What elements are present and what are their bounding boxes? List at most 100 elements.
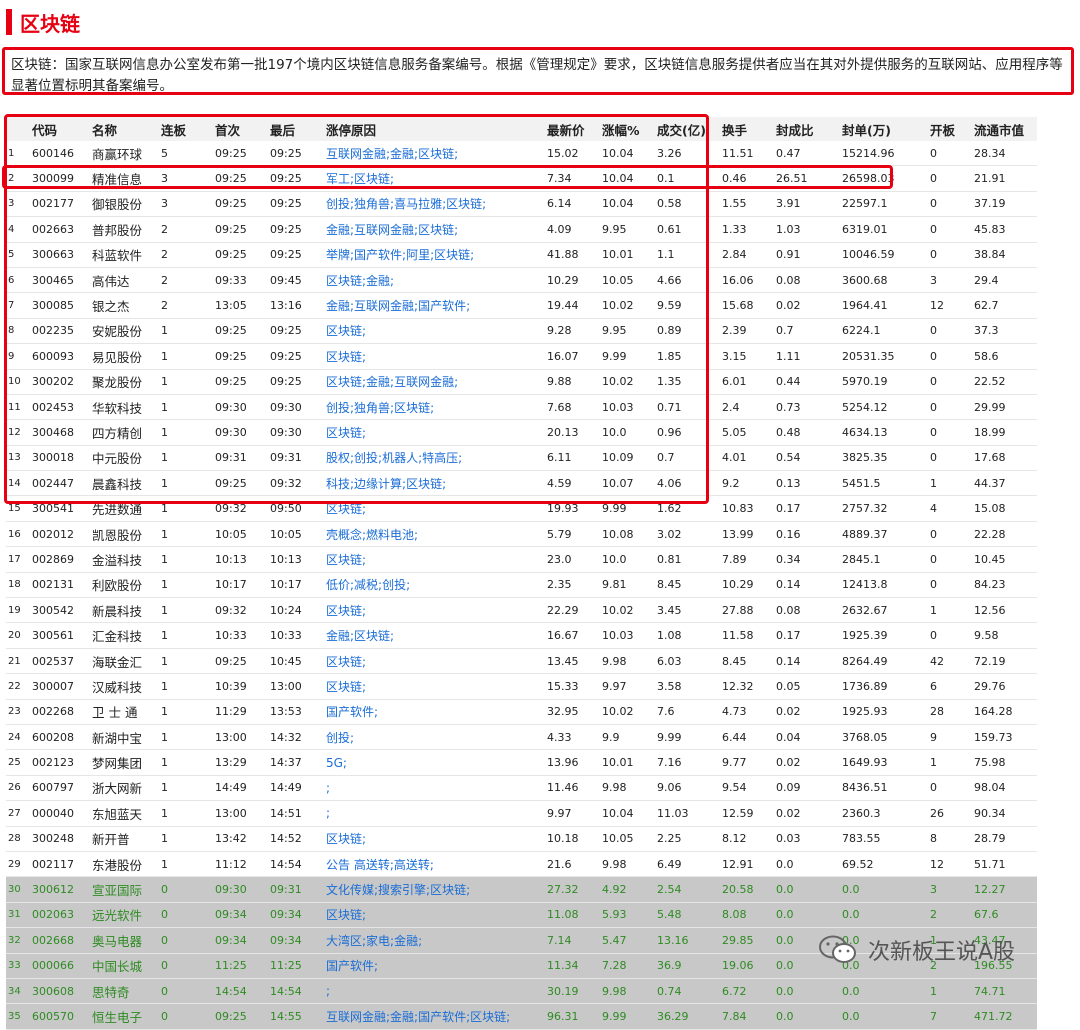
table-row[interactable]: 1 600146 商赢环球 5 09:25 09:25 互联网金融;金融;区块链; 15.02… bbox=[6, 141, 1037, 167]
turnover-rate: 11.58 bbox=[720, 622, 774, 649]
latest-price: 23.0 bbox=[545, 546, 600, 573]
table-row[interactable]: 28 300248 新开普 1 13:42 14:52 区块链; 10.18 10.05 2.25… bbox=[6, 826, 1037, 852]
column-header[interactable]: 涨幅% bbox=[600, 117, 655, 141]
limit-reason[interactable]: ; bbox=[324, 800, 545, 827]
table-row[interactable]: 35 600570 恒生电子 0 09:25 14:55 互联网金融;金融;国产软件;区块链… bbox=[6, 1003, 1037, 1030]
table-row[interactable]: 22 300007 汉威科技 1 10:39 13:00 区块链; 15.33 9.97 3.58… bbox=[6, 673, 1037, 700]
column-header[interactable]: 流通市值 bbox=[972, 117, 1037, 141]
table-row[interactable]: 18 002131 利欧股份 1 10:17 10:17 低价;减税;创投; 2.35 9.81… bbox=[6, 572, 1037, 599]
change-pct: 10.04 bbox=[600, 141, 655, 167]
table-row[interactable]: 6 300465 高伟达 2 09:33 09:45 区块链;金融; 10.29 10.05 4.… bbox=[6, 267, 1037, 294]
column-header[interactable]: 名称 bbox=[90, 117, 159, 141]
change-pct: 10.05 bbox=[600, 826, 655, 852]
limit-reason[interactable]: 军工;区块链; bbox=[324, 165, 545, 192]
limit-reason[interactable]: 国产软件; bbox=[324, 699, 545, 725]
column-header[interactable]: 最后 bbox=[268, 117, 324, 141]
table-row[interactable]: 25 002123 梦网集团 1 13:29 14:37 5G; 13.96 10.01 7.16… bbox=[6, 749, 1037, 776]
limit-reason[interactable]: ; bbox=[324, 978, 545, 1005]
column-header[interactable]: 代码 bbox=[30, 117, 90, 141]
column-header[interactable]: 成交(亿) bbox=[655, 117, 720, 141]
limit-reason[interactable]: 区块链;金融;互联网金融; bbox=[324, 369, 545, 395]
column-header[interactable]: 首次 bbox=[213, 117, 268, 141]
table-row[interactable]: 29 002117 东港股份 1 11:12 14:54 公告 高送转;高送转; 21.6 9.… bbox=[6, 851, 1037, 878]
column-header[interactable]: 换手 bbox=[720, 117, 774, 141]
limit-reason[interactable]: 科技;边缘计算;区块链; bbox=[324, 470, 545, 497]
column-header[interactable]: 涨停原因 bbox=[324, 117, 545, 141]
table-row[interactable]: 34 300608 思特奇 0 14:54 14:54; 30.19 9.98 0.74 6.72… bbox=[6, 978, 1037, 1005]
table-row[interactable]: 24 600208 新湖中宝 1 13:00 14:32 创投; 4.33 9.9 9.99 6.4… bbox=[6, 724, 1037, 751]
table-row[interactable]: 10 300202 聚龙股份 1 09:25 09:25 区块链;金融;互联网金融; 9.88… bbox=[6, 369, 1037, 395]
row-index: 3 bbox=[6, 191, 30, 218]
table-row[interactable]: 16 002012 凯恩股份 1 10:05 10:05 壳概念;燃料电池; 5.79 10.0… bbox=[6, 521, 1037, 548]
table-row[interactable]: 27 000040 东旭蓝天 1 13:00 14:51; 9.97 10.04 11.03 12… bbox=[6, 800, 1037, 827]
last-time: 13:53 bbox=[268, 699, 324, 725]
seal-ratio: 0.73 bbox=[774, 394, 840, 421]
stock-name: 中国长城 bbox=[90, 953, 159, 979]
consecutive-limits: 0 bbox=[159, 1003, 213, 1030]
limit-reason[interactable]: 创投;独角兽;喜马拉雅;区块链; bbox=[324, 191, 545, 218]
table-row[interactable]: 30 300612 宣亚国际 0 09:30 09:31 文化传媒;搜索引擎;区块链; 27.… bbox=[6, 876, 1037, 903]
float-market-cap: 62.7 bbox=[972, 292, 1037, 319]
table-row[interactable]: 8 002235 安妮股份 1 09:25 09:25 区块链; 9.28 9.95 0.89 2.… bbox=[6, 318, 1037, 345]
column-header[interactable]: 连板 bbox=[159, 117, 213, 141]
stock-name: 商赢环球 bbox=[90, 141, 159, 167]
table-row[interactable]: 3 002177 御银股份 3 09:25 09:25 创投;独角兽;喜马拉雅;区块链; 6.… bbox=[6, 191, 1037, 218]
table-row[interactable]: 23 002268 卫 士 通 1 11:29 13:53 国产软件; 32.95 10.02 7… bbox=[6, 699, 1037, 725]
limit-reason[interactable]: 金融;互联网金融;区块链; bbox=[324, 216, 545, 243]
limit-reason[interactable]: 区块链; bbox=[324, 673, 545, 700]
table-row[interactable]: 5 300663 科蓝软件 2 09:25 09:25 举牌;国产软件;阿里;区块链; 41.… bbox=[6, 242, 1037, 268]
table-row[interactable]: 17 002869 金溢科技 1 10:13 10:13 区块链; 23.0 10.0 0.81 7… bbox=[6, 546, 1037, 573]
table-row[interactable]: 14 002447 晨鑫科技 1 09:25 09:32 科技;边缘计算;区块链; 4.59 1… bbox=[6, 470, 1037, 497]
column-header[interactable]: 最新价 bbox=[545, 117, 600, 141]
column-header[interactable]: 封单(万) bbox=[840, 117, 928, 141]
limit-reason[interactable]: 创投;独角兽;区块链; bbox=[324, 394, 545, 421]
seal-ratio: 0.04 bbox=[774, 724, 840, 751]
table-row[interactable]: 13 300018 中元股份 1 09:31 09:31 股权;创投;机器人;特高压; 6.1… bbox=[6, 445, 1037, 472]
seal-ratio: 26.51 bbox=[774, 165, 840, 192]
limit-reason[interactable]: 壳概念;燃料电池; bbox=[324, 521, 545, 548]
limit-reason[interactable]: 区块链; bbox=[324, 343, 545, 370]
limit-reason[interactable]: 区块链; bbox=[324, 902, 545, 929]
limit-reason[interactable]: 文化传媒;搜索引擎;区块链; bbox=[324, 876, 545, 903]
limit-reason[interactable]: 区块链; bbox=[324, 495, 545, 522]
float-market-cap: 45.83 bbox=[972, 216, 1037, 243]
limit-reason[interactable]: 互联网金融;金融;区块链; bbox=[324, 141, 545, 167]
stock-name: 恒生电子 bbox=[90, 1003, 159, 1030]
stock-name: 华软科技 bbox=[90, 394, 159, 421]
first-time: 09:25 bbox=[213, 648, 268, 675]
table-row[interactable]: 20 300561 汇金科技 1 10:33 10:33 金融;区块链; 16.67 10.03… bbox=[6, 622, 1037, 649]
limit-reason[interactable]: 区块链; bbox=[324, 546, 545, 573]
limit-reason[interactable]: 区块链; bbox=[324, 826, 545, 852]
table-row[interactable]: 4 002663 普邦股份 2 09:25 09:25 金融;互联网金融;区块链; 4.09 9… bbox=[6, 216, 1037, 243]
limit-reason[interactable]: 区块链; bbox=[324, 597, 545, 624]
limit-reason[interactable]: 区块链; bbox=[324, 318, 545, 345]
table-row[interactable]: 11 002453 华软科技 1 09:30 09:30 创投;独角兽;区块链; 7.68 10… bbox=[6, 394, 1037, 421]
limit-reason[interactable]: 金融;互联网金融;国产软件; bbox=[324, 292, 545, 319]
table-row[interactable]: 15 300541 先进数通 1 09:32 09:50 区块链; 19.93 9.99 1.62… bbox=[6, 495, 1037, 522]
limit-reason[interactable]: 区块链;金融; bbox=[324, 267, 545, 294]
column-header[interactable]: 封成比 bbox=[774, 117, 840, 141]
limit-reason[interactable]: 金融;区块链; bbox=[324, 622, 545, 649]
table-row[interactable]: 9 600093 易见股份 1 09:25 09:25 区块链; 16.07 9.99 1.85 3… bbox=[6, 343, 1037, 370]
limit-reason[interactable]: 国产软件; bbox=[324, 953, 545, 979]
limit-reason[interactable]: 公告 高送转;高送转; bbox=[324, 851, 545, 878]
limit-reason[interactable]: ; bbox=[324, 775, 545, 802]
table-row[interactable]: 19 300542 新晨科技 1 09:32 10:24 区块链; 22.29 10.02 3.4… bbox=[6, 597, 1037, 624]
column-header[interactable]: 开板 bbox=[928, 117, 972, 141]
limit-reason[interactable]: 区块链; bbox=[324, 648, 545, 675]
change-pct: 10.01 bbox=[600, 242, 655, 268]
table-row[interactable]: 21 002537 海联金汇 1 09:25 10:45 区块链; 13.45 9.98 6.03… bbox=[6, 648, 1037, 675]
limit-reason[interactable]: 区块链; bbox=[324, 419, 545, 446]
limit-reason[interactable]: 互联网金融;金融;国产软件;区块链; bbox=[324, 1003, 545, 1030]
limit-reason[interactable]: 举牌;国产软件;阿里;区块链; bbox=[324, 242, 545, 268]
table-row[interactable]: 12 300468 四方精创 1 09:30 09:30 区块链; 20.13 10.0 0.96… bbox=[6, 419, 1037, 446]
table-row[interactable]: 7 300085 银之杰 2 13:05 13:16 金融;互联网金融;国产软件; 19.44… bbox=[6, 292, 1037, 319]
limit-reason[interactable]: 大湾区;家电;金融; bbox=[324, 927, 545, 954]
limit-reason[interactable]: 5G; bbox=[324, 749, 545, 776]
table-row[interactable]: 26 600797 浙大网新 1 14:49 14:49; 11.46 9.98 9.06 9.5… bbox=[6, 775, 1037, 802]
limit-reason[interactable]: 创投; bbox=[324, 724, 545, 751]
table-row[interactable]: 2 300099 精准信息 3 09:25 09:25 军工;区块链; 7.34 10.04 0.… bbox=[6, 165, 1037, 192]
limit-reason[interactable]: 股权;创投;机器人;特高压; bbox=[324, 445, 545, 472]
limit-reason[interactable]: 低价;减税;创投; bbox=[324, 572, 545, 599]
table-row[interactable]: 31 002063 远光软件 0 09:34 09:34 区块链; 11.08 5.93 5.48… bbox=[6, 902, 1037, 929]
